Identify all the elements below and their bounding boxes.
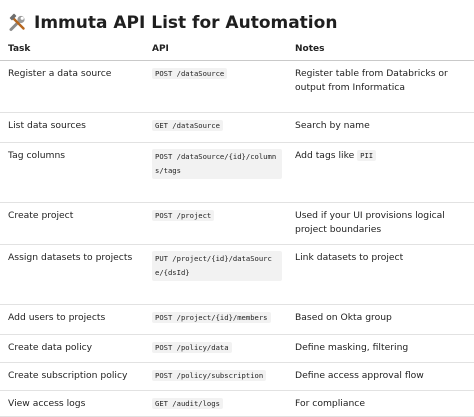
notes-cell: Link datasets to project — [287, 244, 474, 305]
table-row: Create project POST /project Used if you… — [0, 202, 474, 245]
api-endpoint: POST /dataSource — [152, 68, 228, 79]
column-header-notes: Notes — [287, 38, 474, 61]
table-header-row: Task API Notes — [0, 38, 474, 61]
task-cell: Tag columns — [0, 142, 146, 203]
notes-cell: Based on Okta group — [287, 304, 474, 335]
column-header-api: API — [146, 38, 287, 61]
task-cell: View access logs — [0, 390, 146, 417]
task-cell: Create project — [0, 202, 146, 245]
tools-icon — [9, 13, 25, 31]
notes-cell: For compliance — [287, 390, 474, 417]
task-cell: Create subscription policy — [0, 362, 146, 391]
table-row: Create data policy POST /policy/data Def… — [0, 334, 474, 363]
table-row: Add users to projects POST /project/{id}… — [0, 304, 474, 335]
task-cell: Register a data source — [0, 60, 146, 113]
notes-cell: Add tags like PII — [287, 142, 474, 203]
document-page: Immuta API List for Automation Task API … — [0, 0, 474, 417]
notes-text: Add tags like — [295, 150, 358, 161]
api-endpoint: PUT /project/{id}/dataSource/{dsId} — [152, 251, 282, 281]
notes-cell: Used if your UI provisions logical proje… — [287, 202, 474, 245]
api-endpoint: POST /project — [152, 210, 215, 221]
column-header-task: Task — [0, 38, 146, 61]
notes-cell: Define masking, filtering — [287, 334, 474, 363]
api-endpoint: POST /policy/subscription — [152, 370, 267, 381]
page-title: Immuta API List for Automation — [34, 13, 338, 33]
table-row: Create subscription policy POST /policy/… — [0, 362, 474, 391]
task-cell: Create data policy — [0, 334, 146, 363]
task-cell: Assign datasets to projects — [0, 244, 146, 305]
page-heading: Immuta API List for Automation — [8, 10, 337, 36]
task-cell: Add users to projects — [0, 304, 146, 335]
notes-cell: Register table from Databricks or output… — [287, 60, 474, 113]
tag-code: PII — [357, 150, 377, 161]
table-row: Assign datasets to projects PUT /project… — [0, 244, 474, 305]
api-endpoint: POST /policy/data — [152, 342, 232, 353]
table-row: View access logs GET /audit/logs For com… — [0, 390, 474, 417]
api-endpoint: GET /audit/logs — [152, 398, 223, 409]
api-table: Task API Notes Register a data source PO… — [0, 38, 474, 417]
notes-cell: Define access approval flow — [287, 362, 474, 391]
table-row: Register a data source POST /dataSource … — [0, 60, 474, 113]
task-cell: List data sources — [0, 112, 146, 143]
table-row: Tag columns POST /dataSource/{id}/column… — [0, 142, 474, 203]
api-endpoint: GET /dataSource — [152, 120, 223, 131]
api-endpoint: POST /project/{id}/members — [152, 312, 271, 323]
api-endpoint: POST /dataSource/{id}/columns/tags — [152, 149, 282, 179]
table-row: List data sources GET /dataSource Search… — [0, 112, 474, 143]
notes-cell: Search by name — [287, 112, 474, 143]
